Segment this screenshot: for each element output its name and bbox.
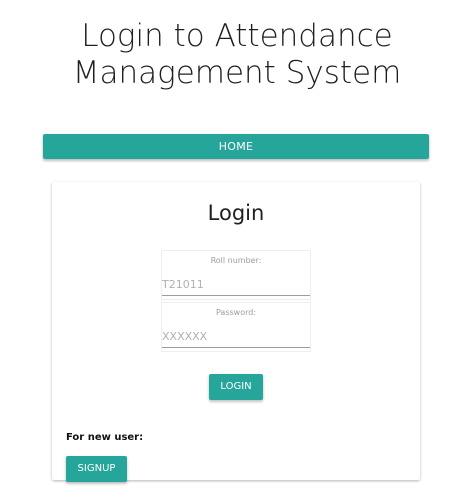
page-title-line-2: Management System [72, 55, 402, 91]
new-user-text: For new user: [66, 432, 144, 443]
home-button[interactable]: HOME [43, 134, 429, 159]
roll-number-field: Roll number: [161, 250, 311, 300]
password-label: Password: [215, 308, 257, 317]
login-button[interactable]: LOGIN [209, 374, 263, 400]
password-input[interactable] [162, 325, 310, 348]
login-page: Login to Attendance Management System HO… [0, 0, 456, 502]
page-title-line-1: Login to Attendance [81, 18, 393, 54]
signup-button[interactable]: SIGNUP [66, 456, 127, 482]
page-title: Login to Attendance Management System [0, 18, 456, 92]
roll-number-input[interactable] [162, 273, 310, 296]
login-card: Login Roll number: Password: LOGIN For n… [52, 182, 420, 482]
password-field: Password: [161, 302, 311, 352]
roll-number-label: Roll number: [210, 256, 262, 265]
login-card-title: Login [207, 201, 265, 225]
